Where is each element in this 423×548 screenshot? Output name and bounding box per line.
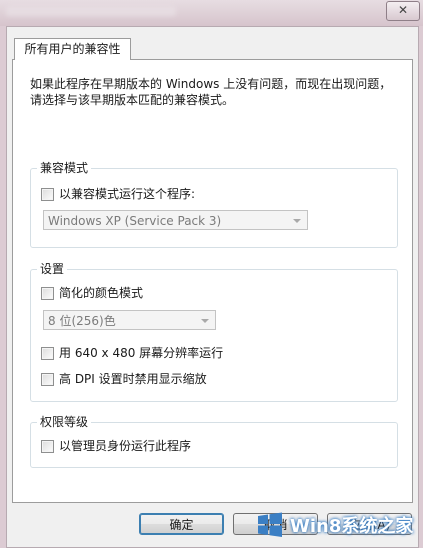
res-640-checkbox[interactable]: [41, 346, 54, 360]
reduced-color-row[interactable]: 简化的颜色模式: [41, 285, 143, 301]
compat-mode-label: 以兼容模式运行这个程序:: [59, 187, 196, 201]
ok-button[interactable]: 确定: [139, 513, 224, 535]
site-watermark: Win8系统之家: [256, 508, 420, 542]
privilege-group: 权限等级 以管理员身份运行此程序: [30, 414, 398, 468]
reduced-color-label: 简化的颜色模式: [59, 286, 144, 300]
reduced-color-checkbox[interactable]: [41, 286, 54, 300]
run-as-admin-row[interactable]: 以管理员身份运行此程序: [41, 438, 191, 454]
windows-logo-icon: [258, 512, 282, 537]
high-dpi-checkbox[interactable]: [41, 372, 54, 386]
compat-mode-select[interactable]: Windows XP (Service Pack 3): [43, 210, 308, 230]
run-as-admin-label: 以管理员身份运行此程序: [59, 439, 192, 453]
compat-mode-checkbox[interactable]: [41, 187, 54, 201]
compat-mode-row[interactable]: 以兼容模式运行这个程序:: [41, 186, 195, 202]
watermark-text: Win8系统之家: [290, 516, 414, 537]
compat-mode-group: 兼容模式 以兼容模式运行这个程序: Windows XP (Service Pa…: [30, 160, 398, 248]
tab-all-users-compatibility[interactable]: 所有用户的兼容性: [14, 38, 131, 60]
compatibility-dialog: 所有用户的兼容性 如果此程序在早期版本的 Windows 上没有问题，而现在出现…: [6, 26, 419, 548]
settings-group: 设置 简化的颜色模式 8 位(256)色 用 640 x 480 屏幕分辨率运行…: [30, 261, 398, 402]
high-dpi-row[interactable]: 高 DPI 设置时禁用显示缩放: [41, 371, 207, 387]
run-as-admin-checkbox[interactable]: [41, 439, 54, 453]
high-dpi-label: 高 DPI 设置时禁用显示缩放: [59, 372, 207, 386]
res-640-label: 用 640 x 480 屏幕分辨率运行: [59, 346, 224, 360]
settings-title: 设置: [37, 261, 68, 277]
res-640-row[interactable]: 用 640 x 480 屏幕分辨率运行: [41, 345, 223, 361]
blurred-window-title: [6, 6, 176, 16]
color-depth-select-value: 8 位(256)色: [48, 314, 116, 328]
chevron-down-icon: [293, 219, 301, 223]
privilege-title: 权限等级: [37, 414, 92, 430]
description-text: 如果此程序在早期版本的 Windows 上没有问题，而现在出现问题，请选择与该早…: [30, 77, 392, 107]
close-button[interactable]: ✕: [386, 1, 420, 21]
compat-mode-select-value: Windows XP (Service Pack 3): [48, 214, 222, 228]
chevron-down-icon: [201, 319, 209, 323]
compat-mode-title: 兼容模式: [37, 160, 92, 176]
tab-panel: 如果此程序在早期版本的 Windows 上没有问题，而现在出现问题，请选择与该早…: [12, 59, 413, 503]
color-depth-select[interactable]: 8 位(256)色: [43, 310, 216, 330]
window-titlebar: ✕: [0, 0, 423, 26]
